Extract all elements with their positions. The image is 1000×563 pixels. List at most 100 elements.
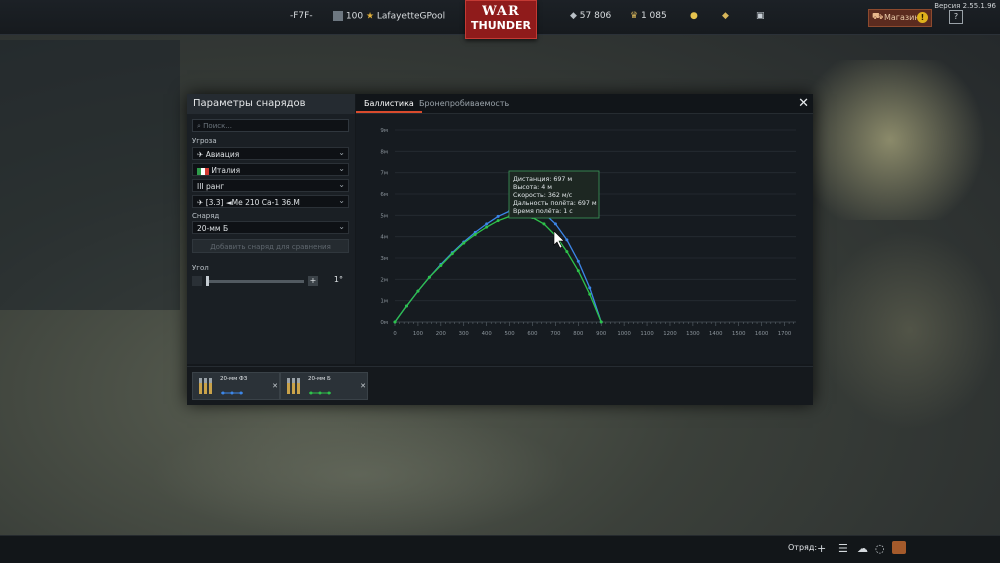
dialog-title: Параметры снарядов — [187, 94, 355, 114]
golden-eagles[interactable]: ♛ 1 085 — [630, 11, 667, 21]
ballistics-chart: 0м 1м 2м 3м 4м 5м 6м 7м 8м 9м 0 100 200 300 400 500 600 7… — [380, 128, 796, 337]
angle-increase-button[interactable]: + — [308, 276, 318, 286]
player-info[interactable]: 100 ★ LafayetteGPool — [333, 11, 445, 22]
trajectory-point — [450, 252, 454, 256]
compare-shells-strip: 20-мм ФЗ ✕ 20-мм Б ✕ — [187, 366, 813, 405]
trajectory-point — [588, 292, 592, 296]
shop-alert-badge: ! — [917, 12, 928, 23]
battle-pass-icon[interactable]: ▣ — [756, 11, 765, 21]
tooltip-distance: Дистанция: 697 м — [513, 176, 572, 183]
remove-shell-icon[interactable]: ✕ — [360, 382, 366, 390]
rank-value: III ранг — [197, 182, 225, 191]
mail-icon[interactable] — [892, 541, 906, 554]
x-tick-label: 100 — [413, 331, 424, 337]
angle-slider-handle[interactable] — [206, 276, 209, 286]
shell-select[interactable]: 20-мм Б ⌄ — [192, 221, 349, 234]
compare-shell-card[interactable]: 20-мм Б ✕ — [280, 372, 368, 400]
logo-text-top: WAR — [482, 4, 520, 19]
trajectory-point — [462, 241, 466, 245]
trajectory-point — [599, 320, 603, 324]
squad-tag[interactable]: -F7F- — [290, 11, 313, 21]
x-tick-label: 400 — [482, 331, 493, 337]
y-tick-label: 7м — [380, 171, 388, 177]
war-thunder-logo[interactable]: WAR THUNDER — [465, 0, 537, 39]
country-value: Италия — [211, 166, 241, 175]
shop-label: Магазин — [884, 13, 920, 22]
player-level: 100 — [345, 11, 364, 22]
chevron-down-icon: ⌄ — [338, 164, 345, 173]
x-tick-label: 1300 — [686, 331, 700, 337]
trajectory-point — [393, 320, 397, 324]
avatar-icon — [333, 11, 343, 21]
tooltip-time: Время полёта: 1 с — [513, 207, 573, 215]
trajectory-point — [553, 222, 557, 226]
x-tick-label: 200 — [436, 331, 447, 337]
rank-select[interactable]: III ранг ⌄ — [192, 179, 349, 192]
angle-decrease-button[interactable] — [192, 276, 202, 286]
squad-label: Отряд: — [788, 543, 818, 552]
y-tick-label: 8м — [380, 149, 388, 155]
shop-button[interactable]: ⛟ Магазин ! — [868, 9, 932, 27]
chevron-down-icon: ⌄ — [338, 222, 345, 231]
search-input[interactable]: ⌕ Поиск... — [192, 119, 349, 132]
remove-shell-icon[interactable]: ✕ — [272, 382, 278, 390]
version-label: Версия 2.55.1.96 — [934, 2, 996, 10]
angle-slider[interactable]: + 1° — [192, 275, 349, 289]
trajectory-point — [485, 222, 489, 226]
shell-label: Снаряд — [192, 212, 220, 220]
y-tick-label: 1м — [380, 299, 388, 305]
golden-eagles-icon: ♛ — [630, 11, 639, 21]
trajectory-point — [565, 238, 569, 242]
y-tick-label: 2м — [380, 277, 388, 283]
trajectory-point — [576, 269, 580, 273]
trajectory-line-2 — [394, 214, 602, 323]
golden-eagles-value: 1 085 — [640, 11, 667, 21]
y-tick-label: 6м — [380, 192, 388, 198]
contacts-icon[interactable]: ☁ — [857, 542, 868, 555]
top-bar: -F7F- 100 ★ LafayetteGPool ◆ 57 806 ♛ 1 … — [0, 0, 1000, 39]
y-tick-label: 3м — [380, 256, 388, 262]
trajectory-point — [496, 214, 500, 218]
search-icon: ⌕ — [197, 122, 201, 130]
trajectory-point — [416, 289, 420, 293]
lightbulb-icon[interactable]: ● — [690, 11, 698, 21]
x-tick-label: 500 — [505, 331, 516, 337]
vehicle-select[interactable]: ✈ [3.3] ◄Me 210 Ca-1 36.M ⌄ — [192, 195, 349, 208]
chat-icon[interactable]: ◌ — [875, 542, 885, 555]
silver-lions-icon: ◆ — [570, 11, 577, 21]
shell-value: 20-мм Б — [197, 224, 229, 233]
close-icon[interactable]: ✕ — [798, 96, 809, 111]
series-color-swatch — [309, 391, 331, 395]
tab-armor-penetration[interactable]: Бронепробиваемость — [411, 94, 517, 113]
threat-label: Угроза — [192, 137, 217, 145]
add-squad-member-icon[interactable]: + — [817, 542, 826, 555]
trajectory-point — [427, 275, 431, 279]
italy-flag-icon — [197, 167, 209, 175]
chest-icon[interactable]: ◆ — [722, 11, 729, 21]
silver-lions[interactable]: ◆ 57 806 — [570, 11, 611, 21]
x-tick-label: 1400 — [709, 331, 723, 337]
angle-label: Угол — [192, 264, 209, 272]
background-blur — [820, 230, 1000, 430]
compare-shell-name: 20-мм Б — [308, 376, 331, 382]
x-tick-label: 1000 — [617, 331, 631, 337]
y-tick-label: 4м — [380, 235, 388, 241]
tab-bar: Баллистика Бронепробиваемость ✕ — [356, 94, 813, 114]
star-icon: ★ — [365, 11, 375, 22]
help-button[interactable]: ? — [949, 10, 963, 24]
trajectory-point — [485, 225, 489, 229]
country-select[interactable]: Италия ⌄ — [192, 163, 349, 176]
x-tick-label: 300 — [459, 331, 470, 337]
aircraft-icon: ✈ — [197, 198, 204, 207]
x-tick-label: 1200 — [663, 331, 677, 337]
threat-select[interactable]: ✈ Авиация ⌄ — [192, 147, 349, 160]
list-icon[interactable]: ☰ — [838, 542, 848, 555]
background-panel-blur — [0, 40, 180, 310]
x-tick-label: 900 — [596, 331, 607, 337]
add-shell-compare-button[interactable]: Добавить снаряд для сравнения — [192, 239, 349, 253]
shell-parameters-dialog: Параметры снарядов ⌕ Поиск... Угроза ✈ А… — [187, 94, 813, 405]
compare-shell-card[interactable]: 20-мм ФЗ ✕ — [192, 372, 280, 400]
x-tick-label: 1500 — [732, 331, 746, 337]
shell-rounds-icon — [199, 378, 212, 394]
angle-slider-track[interactable] — [206, 280, 304, 283]
